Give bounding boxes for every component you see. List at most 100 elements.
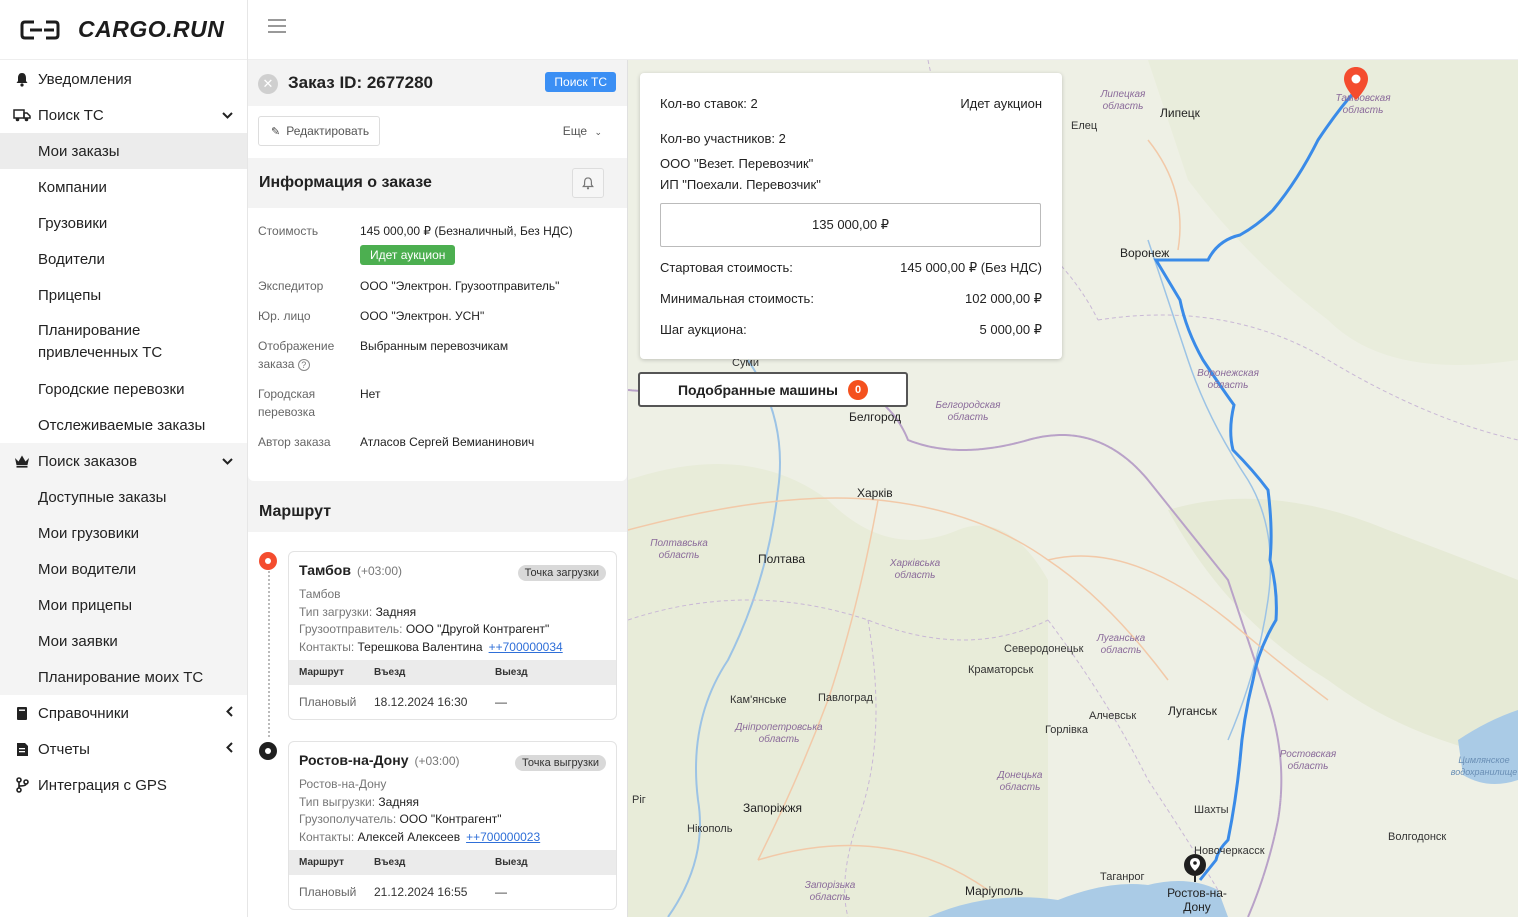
chevron-down-icon (222, 108, 233, 122)
sidebar-item-label: Отчеты (38, 740, 90, 758)
close-icon[interactable]: ✕ (258, 74, 278, 94)
bell-icon[interactable] (572, 168, 604, 198)
loading-point-icon (259, 552, 277, 570)
participants-count: Кол-во участников: 2 (660, 131, 1042, 146)
sidebar-item-my-planning[interactable]: Планирование моих ТС (0, 659, 247, 695)
matched-vehicles-button[interactable]: Подобранные машины 0 (638, 372, 908, 407)
phone-link[interactable]: ++700000023 (466, 830, 540, 844)
participant-item: ИП "Поехали. Перевозчик" (660, 177, 1042, 192)
map-region-label: Воронежская область (1197, 368, 1259, 391)
info-row-city: Городская перевозка Нет (258, 385, 617, 421)
route-point-card[interactable]: Ростов-на-Дону (+03:00) Точка выгрузки Ро… (288, 741, 617, 910)
sidebar-item-city-transport[interactable]: Городские перевозки (0, 371, 247, 407)
sidebar-item-search-orders[interactable]: Поиск заказов (0, 443, 247, 479)
status-badge: Поиск ТС (545, 72, 616, 92)
more-label: Еще (562, 124, 588, 138)
auction-badge: Идет аукцион (360, 245, 456, 265)
map-city-label: Волгодонск (1388, 831, 1447, 843)
map-region-label: Луганська область (1096, 633, 1146, 656)
timeline-connector (268, 562, 270, 737)
map-region-label: Цимлянское водохранилище (1450, 755, 1518, 777)
sidebar-item-companies[interactable]: Компании (0, 169, 247, 205)
sidebar: CARGO.RUN Уведомления Поиск ТС Мои заказ… (0, 0, 248, 917)
sidebar-item-directories[interactable]: Справочники (0, 695, 247, 731)
sidebar-item-my-orders[interactable]: Мои заказы (0, 133, 247, 169)
gps-icon (13, 776, 31, 794)
order-header: ✕ Заказ ID: 2677280 Поиск ТС (248, 60, 627, 106)
table-cell: 21.12.2024 16:55 (374, 885, 468, 899)
edit-button[interactable]: ✎ Редактировать (258, 116, 381, 146)
sidebar-item-label: Доступные заказы (38, 488, 167, 506)
info-section-title: Информация о заказе (259, 174, 432, 191)
sidebar-item-gps[interactable]: Интеграция с GPS (0, 767, 247, 803)
brand-name: CARGO.RUN (78, 16, 225, 42)
point-party: Грузоотправитель: ООО "Другой Контрагент… (299, 621, 606, 639)
truck-icon (13, 106, 31, 124)
schedule-table-header: Маршрут Въезд Выезд (289, 850, 616, 875)
sidebar-item-available-orders[interactable]: Доступные заказы (0, 479, 247, 515)
logo[interactable]: CARGO.RUN (0, 0, 247, 60)
order-toolbar: ✎ Редактировать Еще ⌄ (248, 106, 627, 158)
auction-bids-row: Кол-во ставок: 2 Идет аукцион (660, 96, 1042, 111)
map-region-label: Донецька область (997, 770, 1043, 793)
more-dropdown[interactable]: Еще ⌄ (563, 124, 602, 138)
sidebar-item-my-requests[interactable]: Мои заявки (0, 623, 247, 659)
sidebar-item-tracked-orders[interactable]: Отслеживаемые заказы (0, 407, 247, 443)
map-region-label: Полтавська область (650, 538, 708, 561)
sidebar-item-label: Уведомления (38, 70, 132, 88)
info-row-author: Автор заказа Атласов Сергей Вемианинович (258, 433, 617, 451)
route-map[interactable]: Липецк Елец Воронеж Белгород Харків Полт… (628, 60, 1518, 917)
help-icon[interactable]: ? (297, 359, 310, 371)
sidebar-item-label: Поиск заказов (38, 452, 138, 470)
map-city-label: Шахты (1194, 804, 1229, 816)
point-address: Ростов-на-Дону (299, 777, 387, 791)
sidebar-item-planning-attracted[interactable]: Планирование привлеченных ТС (0, 313, 247, 371)
info-row-display: Отображение заказа ? Выбранным перевозчи… (258, 337, 617, 373)
table-cell: Плановый (299, 695, 357, 709)
min-price-row: Минимальная стоимость: 102 000,00 ₽ (660, 291, 1042, 307)
column-header: Въезд (374, 857, 406, 868)
sidebar-item-label: Мои водители (38, 560, 137, 578)
column-header: Маршрут (299, 667, 345, 678)
route-section-header: Маршрут (248, 485, 627, 533)
info-row-legal: Юр. лицо ООО "Электрон. УСН" (258, 307, 617, 325)
field-value: Терешкова Валентина (357, 639, 483, 654)
sidebar-item-label: Прицепы (38, 286, 102, 304)
order-title: Заказ ID: 2677280 (288, 73, 434, 92)
sidebar-item-trucks[interactable]: Грузовики (0, 205, 247, 241)
participant-name: ООО "Везет. Перевозчик" (660, 156, 814, 171)
pencil-icon: ✎ (271, 125, 281, 138)
table-cell: Плановый (299, 885, 357, 899)
info-section-header: Информация о заказе (248, 158, 627, 208)
sidebar-item-search-vehicles[interactable]: Поиск ТС (0, 97, 247, 133)
map-city-label: Воронеж (1120, 246, 1170, 260)
sidebar-item-drivers[interactable]: Водители (0, 241, 247, 277)
field-label: Грузополучатель: (299, 812, 397, 826)
sidebar-item-trailers[interactable]: Прицепы (0, 277, 247, 313)
sidebar-item-my-drivers[interactable]: Мои водители (0, 551, 247, 587)
current-bid-price: 135 000,00 ₽ (660, 203, 1041, 247)
edit-button-label: Редактировать (286, 124, 370, 138)
menu-icon[interactable] (268, 19, 286, 33)
route-point-card[interactable]: Тамбов (+03:00) Точка загрузки Тамбов Тип… (288, 551, 617, 720)
info-key-line: перевозка (258, 405, 315, 419)
map-city-label: Луганськ (1168, 704, 1217, 718)
map-city-label: Елец (1071, 120, 1098, 132)
map-city-label: Полтава (758, 552, 805, 566)
sidebar-item-reports[interactable]: Отчеты (0, 731, 247, 767)
start-price-row: Стартовая стоимость: 145 000,00 ₽ (Без Н… (660, 260, 1042, 276)
chevron-down-icon (222, 454, 233, 468)
phone-link[interactable]: ++700000034 (489, 640, 563, 654)
map-city-label: Павлоград (818, 692, 873, 704)
sidebar-item-notifications[interactable]: Уведомления (0, 61, 247, 97)
map-city-label: Алчевськ (1089, 710, 1137, 722)
info-value: Атласов Сергей Вемианинович (360, 435, 535, 449)
sidebar-item-my-trucks[interactable]: Мои грузовики (0, 515, 247, 551)
sidebar-item-my-trailers[interactable]: Мои прицепы (0, 587, 247, 623)
auction-summary-panel: Кол-во ставок: 2 Идет аукцион Кол-во уча… (640, 73, 1062, 359)
sidebar-item-label: Городские перевозки (38, 380, 185, 398)
field-label: Тип загрузки: (299, 604, 373, 619)
point-city: Ростов-на-Дону (299, 752, 409, 768)
sidebar-item-label: Интеграция с GPS (38, 776, 167, 794)
field-value: Задняя (375, 604, 417, 619)
